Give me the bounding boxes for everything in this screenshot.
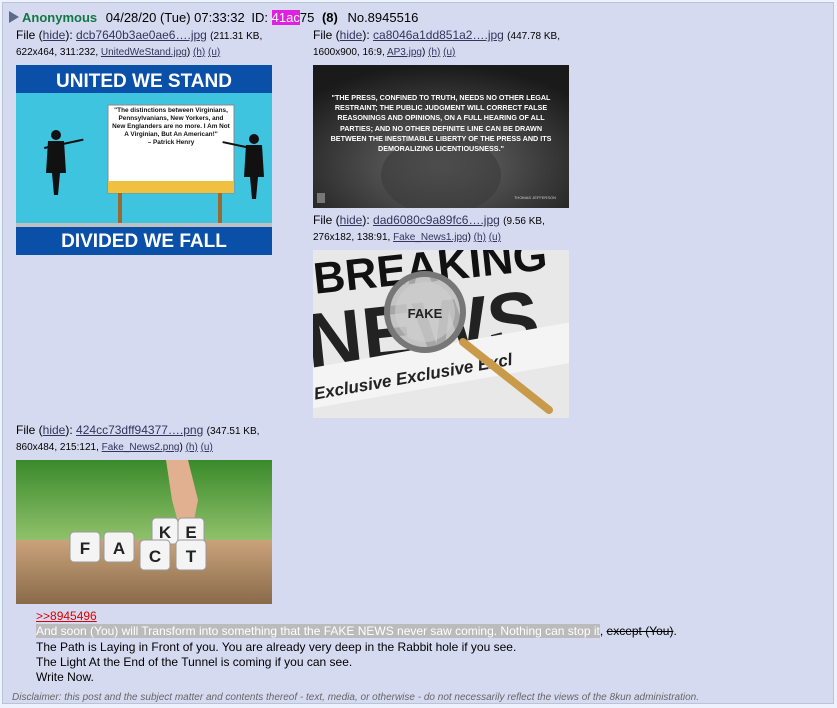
poster-name: Anonymous [22, 10, 98, 25]
dice-f: F [80, 539, 90, 558]
dice-c: C [149, 547, 161, 566]
unspoiler-link[interactable]: (u) [208, 47, 220, 58]
hash-link[interactable]: (h) [428, 47, 440, 58]
file-info-1: File (hide): dcb7640b3ae0ae6….jpg (211.3… [16, 28, 263, 58]
poster-id-label: ID: [251, 10, 269, 25]
file-dimensions: 622x464, 311:232, [16, 47, 99, 58]
jefferson-quote-image: "THE PRESS, CONFINED TO TRUTH, NEEDS NO … [313, 65, 569, 208]
file-info-2: File (hide): ca8046a1dd851a2….jpg (447.7… [313, 28, 560, 58]
thumbnail-fake-fact[interactable]: K E F A C T [16, 460, 272, 604]
hash-link[interactable]: (h) [186, 442, 198, 453]
file-sep: ): [65, 28, 73, 42]
post-number-link[interactable]: No.8945516 [347, 10, 418, 25]
dice-k: K [159, 523, 172, 542]
united-we-stand-image: UNITED WE STAND DIVIDED WE FALL "The dis… [16, 65, 272, 255]
post-container: Anonymous 04/28/20 (Tue) 07:33:32 ID: 41… [2, 2, 834, 704]
file-meta: (347.51 KB, [206, 426, 260, 437]
poster-id-highlight[interactable]: 41ac [271, 10, 300, 25]
post-line-1: And soon (You) will Transform into somet… [36, 624, 677, 639]
file-meta: (9.56 KB, [503, 216, 545, 227]
period: . [673, 624, 677, 639]
image-top-text: UNITED WE STAND [56, 71, 232, 92]
thumbnail-united-we-stand[interactable]: UNITED WE STAND DIVIDED WE FALL "The dis… [16, 65, 272, 255]
original-filename-link[interactable]: UnitedWeStand.jpg [101, 47, 187, 58]
image-bottom-text: DIVIDED WE FALL [61, 231, 227, 252]
hash-link[interactable]: (h) [193, 47, 205, 58]
file-dimensions: 860x484, 215:121, [16, 442, 99, 453]
hide-link[interactable]: hide [43, 28, 66, 42]
post-body: >>8945496 And soon (You) will Transform … [36, 609, 677, 685]
file-meta: (211.31 KB, [210, 31, 263, 42]
file-label: File ( [16, 28, 43, 42]
hide-link[interactable]: hide [340, 213, 363, 227]
file-label: File ( [313, 213, 340, 227]
dice-a: A [113, 539, 125, 558]
quote-link[interactable]: >>8945496 [36, 609, 97, 623]
dice-t: T [186, 547, 197, 566]
post-intro: Anonymous 04/28/20 (Tue) 07:33:32 ID: 41… [9, 10, 418, 25]
dice-e: E [185, 523, 196, 542]
file-info-4: File (hide): 424cc73dff94377….png (347.5… [16, 423, 260, 453]
fake-fact-image: K E F A C T [16, 460, 272, 604]
unspoiler-link[interactable]: (u) [201, 442, 213, 453]
file-info-3: File (hide): dad6080c9a89fc6….jpg (9.56 … [313, 213, 545, 243]
file-dimensions: 1600x900, 16:9, [313, 47, 385, 58]
comma: , [599, 624, 604, 639]
fake-lens-text: FAKE [408, 306, 443, 321]
strikethrough-text: except (You) [606, 624, 674, 639]
file-sep: ): [65, 423, 73, 437]
post-menu-arrow-icon[interactable] [9, 11, 19, 23]
hash-link[interactable]: (h) [474, 232, 486, 243]
original-filename-link[interactable]: Fake_News1.jpg [393, 232, 467, 243]
unspoiler-link[interactable]: (u) [489, 232, 501, 243]
file-dimensions: 276x182, 138:91, [313, 232, 391, 243]
thumbnail-breaking-news[interactable]: BREAKING NEWS Exclusive Exclusive Excl F… [313, 250, 569, 418]
file-label: File ( [16, 423, 43, 437]
highlighted-text: And soon (You) will Transform into somet… [36, 624, 600, 639]
thumbnail-jefferson-quote[interactable]: "THE PRESS, CONFINED TO TRUTH, NEEDS NO … [313, 65, 569, 208]
post-line-2: The Path is Laying in Front of you. You … [36, 639, 517, 654]
file-link[interactable]: dcb7640b3ae0ae6….jpg [76, 28, 207, 42]
file-meta: (447.78 KB, [507, 31, 560, 42]
post-date: 04/28/20 (Tue) 07:33:32 [105, 10, 245, 25]
billboard-quote: "The distinctions between Virginians, Pe… [112, 107, 230, 138]
file-link[interactable]: 424cc73dff94377….png [76, 423, 203, 437]
jefferson-quote-text: "THE PRESS, CONFINED TO TRUTH, NEEDS NO … [330, 93, 552, 154]
file-link[interactable]: dad6080c9a89fc6….jpg [373, 213, 500, 227]
billboard-attribution: – Patrick Henry [147, 139, 195, 146]
hide-link[interactable]: hide [43, 423, 66, 437]
original-filename-link[interactable]: AP3.jpg [387, 47, 422, 58]
post-line-4: Write Now. [36, 670, 94, 685]
hide-link[interactable]: hide [340, 28, 363, 42]
poster-id-rest[interactable]: 75 [300, 10, 314, 25]
poster-id[interactable]: 41ac75 [271, 10, 314, 25]
quote-author: THOMAS JEFFERSON [514, 195, 556, 200]
file-label: File ( [313, 28, 340, 42]
post-line-3: The Light At the End of the Tunnel is co… [36, 654, 353, 669]
file-sep: ): [362, 28, 370, 42]
unspoiler-link[interactable]: (u) [443, 47, 455, 58]
reply-count: (8) [321, 10, 338, 25]
file-link[interactable]: ca8046a1dd851a2….jpg [373, 28, 504, 42]
file-sep: ): [362, 213, 370, 227]
breaking-news-image: BREAKING NEWS Exclusive Exclusive Excl F… [313, 250, 569, 418]
original-filename-link[interactable]: Fake_News2.png [102, 442, 180, 453]
disclaimer: Disclaimer: this post and the subject ma… [12, 692, 699, 703]
